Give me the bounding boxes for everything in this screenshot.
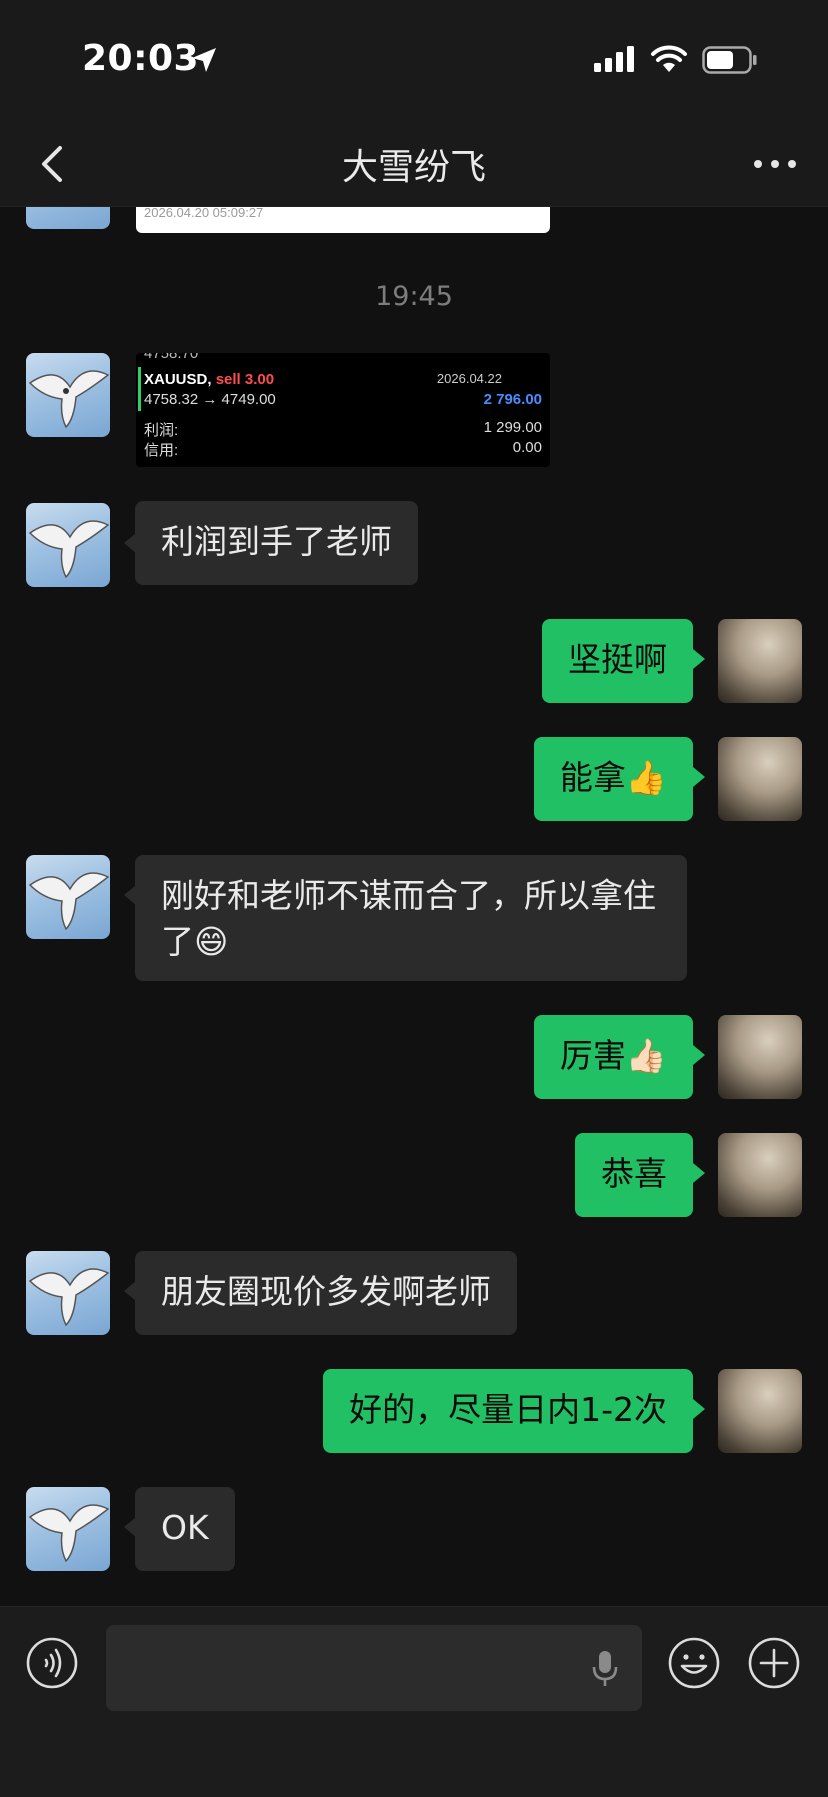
message-bubble[interactable]: 能拿👍	[533, 737, 693, 821]
eagle-avatar-icon	[28, 1504, 110, 1563]
image-message[interactable]: 2026.04.20 05:09:27	[136, 207, 550, 233]
profit-label: 利润:	[144, 422, 179, 439]
wifi-icon	[651, 45, 687, 72]
user-avatar[interactable]	[718, 737, 802, 821]
eagle-avatar-icon	[28, 520, 110, 579]
message-bubble[interactable]: 朋友圈现价多发啊老师	[135, 1251, 517, 1335]
status-bar: 20:03	[0, 0, 828, 120]
bubble-tail	[693, 767, 705, 787]
profit-value: 1 299.00	[483, 419, 542, 436]
timestamp: 19:45	[375, 281, 453, 312]
credit-label: 信用:	[144, 442, 179, 459]
contact-avatar[interactable]	[26, 353, 110, 437]
contact-avatar[interactable]	[26, 1487, 110, 1571]
trade-action: sell 3.00	[215, 371, 275, 388]
credit-value: 0.00	[512, 439, 542, 456]
bubble-tail	[693, 1163, 705, 1183]
trade-amount: 2 796.00	[483, 391, 542, 408]
nav-bar: 大雪纷飞	[0, 120, 828, 207]
user-avatar[interactable]	[718, 1015, 802, 1099]
chat-area: 2026.04.20 05:09:27 19:45 4758.70 XAUUSD…	[0, 207, 828, 1607]
message-bubble[interactable]: 好的，尽量日内1-2次	[323, 1369, 693, 1453]
card-date: 2026.04.20 05:09:27	[144, 207, 264, 220]
message-bubble[interactable]: 厉害👍🏻	[533, 1015, 693, 1099]
eagle-avatar-icon	[28, 1268, 110, 1327]
message-bubble[interactable]: 刚好和老师不谋而合了，所以拿住了😄	[135, 855, 687, 981]
bubble-tail	[693, 649, 705, 669]
trade-price-move: 4758.32 → 4749.00	[144, 391, 276, 408]
more-icon[interactable]	[750, 142, 800, 186]
chat-title: 大雪纷飞	[341, 147, 486, 188]
contact-avatar[interactable]	[26, 855, 110, 939]
eagle-avatar-icon	[28, 872, 110, 931]
user-avatar[interactable]	[718, 1133, 802, 1217]
contact-avatar[interactable]	[26, 207, 110, 229]
emoji-button[interactable]	[668, 1637, 720, 1689]
message-input[interactable]	[106, 1625, 642, 1711]
contact-avatar[interactable]	[26, 503, 110, 587]
trade-date: 2026.04.22	[436, 371, 502, 386]
input-bar	[0, 1606, 828, 1797]
card-partial-top: 4758.70	[144, 353, 199, 362]
location-arrow-icon	[192, 48, 216, 72]
cellular-signal-icon	[594, 46, 634, 72]
battery-icon	[702, 46, 757, 74]
contact-avatar[interactable]	[26, 1251, 110, 1335]
bubble-tail	[693, 1045, 705, 1065]
eagle-avatar-icon	[28, 370, 110, 429]
user-avatar[interactable]	[718, 619, 802, 703]
user-avatar[interactable]	[718, 1369, 802, 1453]
message-bubble[interactable]: 恭喜	[575, 1133, 693, 1217]
trade-symbol: XAUUSD,	[144, 371, 212, 388]
message-bubble[interactable]: 利润到手了老师	[135, 501, 418, 585]
message-bubble[interactable]: OK	[135, 1487, 235, 1571]
message-bubble[interactable]: 坚挺啊	[542, 619, 693, 703]
plus-button[interactable]	[748, 1637, 800, 1689]
voice-button[interactable]	[26, 1637, 78, 1689]
bubble-tail	[693, 1399, 705, 1419]
status-time: 20:03	[82, 38, 200, 79]
trade-screenshot[interactable]: 4758.70 XAUUSD, sell 3.00 2026.04.22 475…	[136, 353, 550, 467]
mic-icon[interactable]	[590, 1649, 620, 1689]
